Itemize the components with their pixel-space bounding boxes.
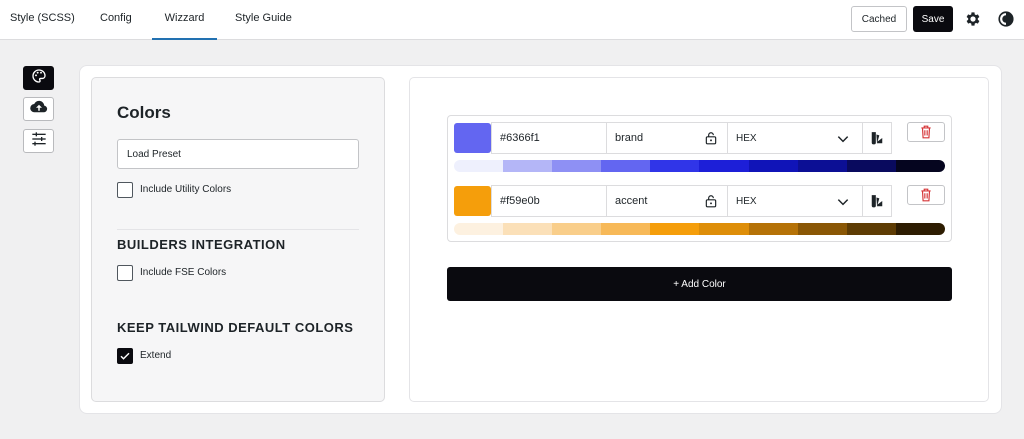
extend-checkbox[interactable] [117, 347, 133, 364]
delete-color-button[interactable] [907, 122, 945, 142]
color-name-input[interactable]: brand [606, 122, 728, 154]
tab-style-guide[interactable]: Style Guide [235, 0, 292, 40]
keep-default-heading: KEEP TAILWIND DEFAULT COLORS [117, 320, 354, 335]
shade-swatch [454, 223, 504, 235]
shade-swatch [650, 160, 700, 172]
chevron-down-icon [837, 136, 849, 143]
check-icon [120, 352, 130, 360]
color-name-input[interactable]: accent [606, 185, 728, 217]
contrast-icon[interactable] [997, 10, 1015, 28]
tab-config[interactable]: Config [100, 0, 132, 40]
shade-swatch [552, 160, 602, 172]
add-color-button[interactable]: + Add Color [447, 267, 952, 301]
unlock-icon[interactable] [704, 131, 718, 145]
shade-swatch [699, 160, 749, 172]
color-swatch[interactable] [454, 123, 491, 153]
shade-palette [454, 160, 945, 172]
gear-icon[interactable] [964, 10, 982, 28]
shade-swatch [454, 160, 504, 172]
tab-wizzard[interactable]: Wizzard [152, 0, 217, 40]
palette-icon [31, 68, 47, 89]
rail-palette-button[interactable] [23, 66, 54, 90]
rail-settings-button[interactable] [23, 129, 54, 153]
delete-color-button[interactable] [907, 185, 945, 205]
rail-upload-button[interactable] [23, 97, 54, 121]
chevron-down-icon [837, 199, 849, 206]
shade-swatch [699, 223, 749, 235]
shade-swatch [797, 160, 847, 172]
shade-palette [454, 223, 945, 235]
hex-input[interactable]: #f59e0b [491, 185, 607, 217]
extend-toggle[interactable]: Extend [117, 347, 171, 364]
shade-swatch [895, 223, 945, 235]
sliders-icon [31, 131, 47, 151]
load-preset-input[interactable] [117, 139, 359, 169]
top-nav: Style (SCSS) Config Wizzard Style Guide … [0, 0, 1024, 40]
shade-swatch [650, 223, 700, 235]
shades-button[interactable] [862, 185, 892, 217]
utility-checkbox[interactable] [117, 181, 133, 198]
builders-heading: BUILDERS INTEGRATION [117, 237, 286, 252]
save-button[interactable]: Save [913, 6, 953, 32]
cached-button[interactable]: Cached [851, 6, 907, 32]
shade-swatch [601, 223, 651, 235]
swatches-icon [871, 195, 883, 208]
shade-swatch [503, 223, 553, 235]
shade-swatch [601, 160, 651, 172]
trash-icon [921, 125, 931, 139]
format-select[interactable]: HEX [727, 185, 863, 217]
fse-label: Include FSE Colors [140, 267, 227, 278]
divider [117, 229, 359, 230]
cloud-upload-icon [29, 99, 48, 120]
tab-style-scss[interactable]: Style (SCSS) [10, 0, 75, 40]
include-utility-colors-toggle[interactable]: Include Utility Colors [117, 181, 231, 198]
unlock-icon[interactable] [704, 194, 718, 208]
shade-swatch [748, 160, 798, 172]
shade-swatch [797, 223, 847, 235]
shade-swatch [552, 223, 602, 235]
color-swatch[interactable] [454, 186, 491, 216]
shade-swatch [846, 223, 896, 235]
shades-button[interactable] [862, 122, 892, 154]
extend-label: Extend [140, 350, 172, 361]
hex-input[interactable]: #6366f1 [491, 122, 607, 154]
panel-title: Colors [117, 103, 171, 122]
fse-checkbox[interactable] [117, 264, 133, 281]
shade-swatch [846, 160, 896, 172]
shade-swatch [895, 160, 945, 172]
include-fse-colors-toggle[interactable]: Include FSE Colors [117, 264, 226, 281]
swatches-icon [871, 132, 883, 145]
shade-swatch [503, 160, 553, 172]
utility-label: Include Utility Colors [140, 184, 232, 195]
shade-swatch [748, 223, 798, 235]
format-select[interactable]: HEX [727, 122, 863, 154]
trash-icon [921, 188, 931, 202]
